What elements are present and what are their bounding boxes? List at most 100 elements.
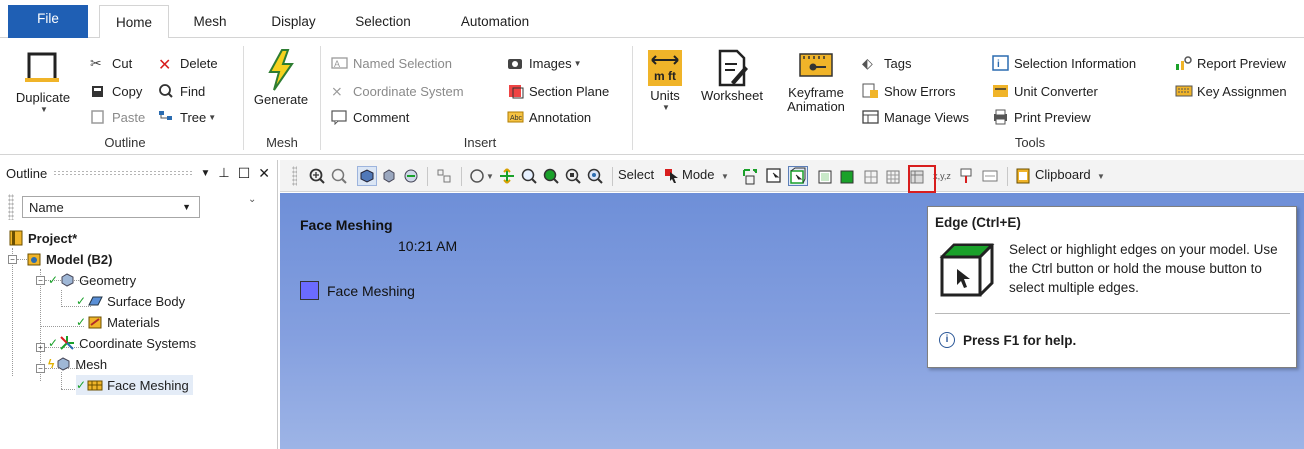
section-plane-button[interactable]: Section Plane <box>507 81 609 101</box>
select-element-icon[interactable] <box>862 166 882 186</box>
select-edge-icon[interactable] <box>788 166 808 186</box>
search-icon <box>158 83 176 99</box>
worksheet-icon <box>718 49 748 87</box>
units-button[interactable]: m ft Units ▼ <box>643 48 687 112</box>
duplicate-label: Duplicate <box>15 90 71 105</box>
zoom-out-icon[interactable] <box>329 166 349 186</box>
chevron-down-icon[interactable]: ▼ <box>485 166 495 186</box>
paste-button[interactable]: Paste <box>90 107 145 127</box>
tree-node-model[interactable]: Model (B2) <box>26 249 112 269</box>
zoom-icon[interactable] <box>519 166 539 186</box>
units-icon: m ft <box>648 50 682 86</box>
images-button[interactable]: Images ▼ <box>507 53 582 73</box>
show-errors-button[interactable]: Show Errors <box>862 81 956 101</box>
ribbon-home: Duplicate ▼ ✂ Cut Copy Paste ✕ Delete Fi… <box>0 38 1304 155</box>
annotation-button[interactable]: Abc Annotation <box>507 107 591 127</box>
named-selection-button[interactable]: A Named Selection <box>331 53 452 73</box>
collapse-toggle[interactable]: − <box>8 255 17 264</box>
close-icon[interactable]: ✕ <box>258 165 270 182</box>
find-button[interactable]: Find <box>158 81 205 101</box>
generate-button[interactable]: Generate <box>253 48 309 107</box>
collapse-toggle[interactable]: − <box>36 364 45 373</box>
iso-view-icon[interactable] <box>357 166 377 186</box>
rotate-body-icon[interactable] <box>401 166 421 186</box>
tree-node-coordinate-systems[interactable]: ✓ Coordinate Systems <box>48 333 196 353</box>
drag-handle[interactable] <box>53 170 195 176</box>
select-vertex-icon[interactable] <box>740 166 760 186</box>
tab-file[interactable]: File <box>8 5 88 38</box>
print-preview-button[interactable]: Print Preview <box>992 107 1091 127</box>
duplicate-button[interactable]: Duplicate ▼ <box>12 48 74 114</box>
manage-views-button[interactable]: Manage Views <box>862 107 969 127</box>
unit-converter-button[interactable]: Unit Converter <box>992 81 1098 101</box>
drag-handle[interactable] <box>8 194 14 220</box>
select-body-icon[interactable] <box>838 166 858 186</box>
magnifier-icon[interactable] <box>585 166 605 186</box>
chevron-down-icon[interactable]: ▼ <box>1096 166 1106 186</box>
edge-tooltip: Edge (Ctrl+E) Select or highlight edges … <box>927 206 1297 368</box>
probe-icon[interactable] <box>956 166 976 186</box>
worksheet-button[interactable]: Worksheet <box>697 48 767 103</box>
explode-icon[interactable] <box>434 166 454 186</box>
selection-information-button[interactable]: i Selection Information <box>992 53 1136 73</box>
check-icon: ✓ <box>76 294 87 308</box>
rotate-icon[interactable] <box>467 166 487 186</box>
worksheet-label: Worksheet <box>701 88 763 103</box>
tab-home[interactable]: Home <box>99 5 169 39</box>
clipboard-icon[interactable] <box>1013 166 1033 186</box>
images-label: Images <box>529 55 572 71</box>
drag-handle[interactable] <box>292 166 297 186</box>
clipboard-label[interactable]: Clipboard <box>1035 167 1091 182</box>
select-point-icon[interactable] <box>764 166 784 186</box>
tree-node-mesh[interactable]: ϟ Mesh <box>48 354 107 374</box>
annotation-icon: Abc <box>507 109 525 125</box>
tab-selection[interactable]: Selection <box>343 5 423 38</box>
tree-node-geometry[interactable]: ✓ Geometry <box>48 270 136 290</box>
keyboard-icon <box>1175 83 1193 99</box>
select-edge-icon <box>939 243 995 297</box>
tree-node-face-meshing[interactable]: ✓ Face Meshing <box>76 375 193 395</box>
delete-button[interactable]: ✕ Delete <box>158 53 218 75</box>
edge-button-highlight <box>908 165 936 193</box>
tree-node-materials[interactable]: ✓ Materials <box>76 312 160 332</box>
zoom-in-icon[interactable] <box>307 166 327 186</box>
select-face-icon[interactable] <box>816 166 836 186</box>
select-label[interactable]: Select <box>618 167 654 182</box>
comment-button[interactable]: Comment <box>331 107 409 127</box>
report-preview-button[interactable]: Report Preview <box>1175 53 1286 73</box>
shaded-icon[interactable] <box>379 166 399 186</box>
copy-button[interactable]: Copy <box>90 81 142 101</box>
select-element-face-icon[interactable] <box>884 166 904 186</box>
expand-toggle[interactable]: + <box>36 343 45 352</box>
tree-button[interactable]: Tree ▼ <box>158 107 216 127</box>
tree-node-label: Surface Body <box>107 293 186 309</box>
cut-button[interactable]: ✂ Cut <box>90 53 132 73</box>
tree-node-project[interactable]: Project* <box>8 228 77 248</box>
collapse-toolbar-icon[interactable]: ⌄ <box>248 194 256 205</box>
coordinate-system-button[interactable]: ⨯ Coordinate System <box>331 81 464 101</box>
pan-icon[interactable] <box>497 166 517 186</box>
box-zoom-icon[interactable] <box>541 166 561 186</box>
annotation-label: Annotation <box>529 109 592 125</box>
pin-icon[interactable]: ⊥ <box>218 165 229 181</box>
tab-display[interactable]: Display <box>256 5 331 38</box>
tab-mesh[interactable]: Mesh <box>180 5 240 38</box>
keyframe-animation-button[interactable]: Keyframe Animation <box>780 48 852 114</box>
key-assignments-button[interactable]: Key Assignmen <box>1175 81 1287 101</box>
mode-label[interactable]: Mode <box>682 167 715 182</box>
select-mode-icon[interactable] <box>662 166 682 186</box>
chevron-down-icon[interactable]: ▼ <box>200 168 210 179</box>
tab-automation[interactable]: Automation <box>447 5 543 38</box>
zoom-to-fit-icon[interactable] <box>563 166 583 186</box>
lightning-icon: ϟ <box>48 357 55 371</box>
annotation-toggle-icon[interactable] <box>980 166 1000 186</box>
name-column-filter[interactable]: Name ▼ <box>22 196 200 218</box>
chevron-down-icon[interactable]: ▼ <box>720 166 730 186</box>
maximize-icon[interactable]: ☐ <box>238 165 251 182</box>
collapse-toggle[interactable]: − <box>36 276 45 285</box>
show-errors-icon <box>862 83 880 99</box>
name-column-label: Name <box>29 199 64 215</box>
tree-node-surface-body[interactable]: ✓ Surface Body <box>76 291 185 311</box>
delete-label: Delete <box>180 55 218 71</box>
tags-button[interactable]: ⬖ Tags <box>862 53 911 73</box>
